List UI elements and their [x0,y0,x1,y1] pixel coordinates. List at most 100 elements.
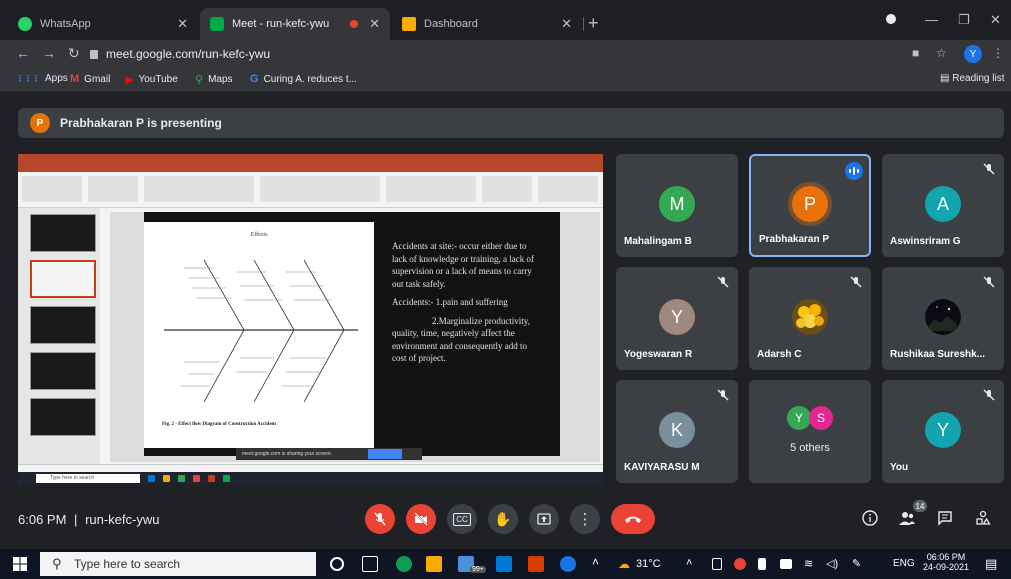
slide-thumbnail[interactable] [30,214,96,252]
close-tab-icon[interactable]: ✕ [369,16,380,32]
activities-button[interactable] [975,510,991,531]
cortana-icon[interactable] [330,557,344,571]
bookmark-youtube[interactable]: ▶ YouTube [125,73,178,86]
tray-app-icon[interactable] [712,558,722,570]
network-icon[interactable]: ≋ [804,557,813,570]
sharing-notice-text: meet.google.com is sharing your screen. [242,451,333,457]
address-bar[interactable]: meet.google.com/run-kefc-ywu [90,43,950,65]
reload-button[interactable]: ↻ [68,45,80,62]
extension-record-icon[interactable] [886,12,896,27]
google-meet-icon [210,17,224,31]
maximize-button[interactable]: ❐ [958,12,970,28]
others-count-label: 5 others [790,442,830,454]
recording-dot-icon [350,20,358,28]
pen-icon[interactable]: ✎ [852,557,861,570]
participant-tile[interactable]: A Aswinsriram G [882,154,1004,257]
slide-text: Accidents at site:- occur either due to … [392,240,542,371]
ribbon-group [22,176,82,202]
back-button[interactable]: ← [16,45,30,61]
more-options-button[interactable]: ⋮ [570,504,600,534]
participant-name: Yogeswaran R [624,349,693,360]
participant-tile[interactable]: K KAVIYARASU M [616,380,738,483]
others-tile[interactable]: Y S 5 others [749,380,871,483]
meeting-details-button[interactable] [862,510,878,531]
browser-menu-icon[interactable]: ⋮ [992,46,1004,60]
tab-whatsapp[interactable]: WhatsApp ✕ [8,8,198,40]
volume-icon[interactable]: ◁) [826,557,838,570]
windows-taskbar: ⚲ Type here to search 99+ ˄ ☁ 31°C ˄ ≋ ◁… [0,549,1011,579]
forward-button[interactable]: → [42,45,56,61]
shared-screen[interactable]: Effects Fig. 2 - Effect flow Diagram of … [18,154,603,484]
mic-toggle-button[interactable] [365,504,395,534]
close-tab-icon[interactable]: ✕ [561,16,572,32]
tray-app-icon[interactable] [780,559,792,569]
bookmark-curing[interactable]: G Curing A. reduces t... [250,73,357,85]
show-hidden-icons[interactable]: ˄ [592,555,599,569]
outlook-icon[interactable] [496,556,512,572]
slide-thumbnail-selected[interactable] [30,260,96,298]
google-icon: G [250,73,259,85]
file-explorer-icon[interactable] [426,556,442,572]
diagram-heading: Effects [250,232,268,238]
search-placeholder: Type here to search [74,557,181,571]
language-indicator[interactable]: ENG [893,558,915,569]
bookmark-star-icon[interactable]: ☆ [936,46,947,60]
bookmark-label: Curing A. reduces t... [263,73,357,85]
minimize-button[interactable]: — [925,12,938,27]
camera-toggle-button[interactable] [406,504,436,534]
slide-thumbnail[interactable] [30,398,96,436]
powerpoint-titlebar [18,154,603,164]
bookmark-maps[interactable]: ⚲ Maps [195,73,233,86]
tray-app-icon[interactable] [734,558,746,570]
participant-tile[interactable]: P Prabhakaran P [749,154,871,257]
participant-tile[interactable]: Rushikaa Sureshk... [882,267,1004,370]
reading-list-button[interactable]: ▤ Reading list [940,73,1005,84]
new-tab-button[interactable]: + [588,13,599,34]
close-window-button[interactable]: ✕ [990,12,1001,28]
activities-shapes-icon [976,510,991,525]
camera-in-use-icon[interactable]: ■ [912,46,919,60]
chat-icon [938,511,952,526]
close-tab-icon[interactable]: ✕ [177,16,188,32]
slide-thumbnail[interactable] [30,352,96,390]
taskbar-clock[interactable]: 06:06 PM 24-09-2021 [922,552,970,572]
windows-start-icon[interactable] [13,557,27,571]
self-tile[interactable]: Y You [882,380,1004,483]
chat-button[interactable] [937,510,953,531]
shared-windows-taskbar: Type here to search [18,472,603,484]
action-center-icon[interactable]: ▤ [985,556,997,572]
people-button[interactable] [898,510,916,531]
edge-browser-icon[interactable] [396,556,412,572]
clock-time: 06:06 PM [926,552,966,562]
tab-meet[interactable]: Meet - run-kefc-ywu ✕ [200,8,390,40]
shared-taskbar-icon [148,474,155,482]
office-icon[interactable] [528,556,544,572]
chrome-icon[interactable] [560,556,576,572]
bookmark-gmail[interactable]: M Gmail [70,73,110,85]
participant-tile[interactable]: Adarsh C [749,267,871,370]
gmail-icon: M [70,73,80,85]
taskbar-search-box[interactable]: ⚲ Type here to search [40,552,316,576]
stop-sharing-button[interactable] [368,449,402,459]
weather-temp[interactable]: 31°C [636,558,661,570]
slide-thumbnail[interactable] [30,306,96,344]
mic-off-icon [374,512,386,526]
people-icon [899,512,915,525]
battery-icon[interactable] [758,558,766,570]
participant-name: Aswinsriram G [890,236,961,247]
captions-button[interactable]: CC [447,504,477,534]
leave-call-button[interactable] [611,504,655,534]
participant-tile[interactable]: M Mahalingam B [616,154,738,257]
participant-tile[interactable]: Y Yogeswaran R [616,267,738,370]
tray-chevron-icon[interactable]: ˄ [686,557,692,569]
task-view-icon[interactable] [362,556,378,572]
bookmark-apps[interactable]: ⋮⋮⋮ Apps [16,73,68,84]
participant-avatar: A [925,186,961,222]
profile-avatar[interactable]: Y [964,45,982,63]
tab-dashboard[interactable]: Dashboard ✕ [392,8,582,40]
hand-icon: ✋ [494,510,512,527]
present-now-button[interactable] [529,504,559,534]
speaking-indicator-icon [845,162,863,180]
raise-hand-button[interactable]: ✋ [488,504,518,534]
tab-label: WhatsApp [40,18,91,30]
